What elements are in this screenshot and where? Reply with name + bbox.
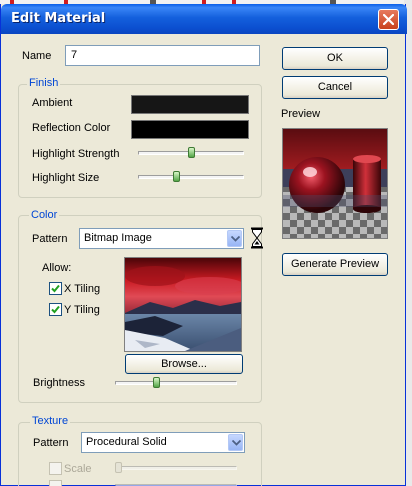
y-tiling-label: Y Tiling — [64, 304, 100, 316]
generate-preview-label: Generate Preview — [290, 258, 380, 270]
color-group-title: Color — [29, 209, 60, 221]
edit-material-dialog: Edit Material Name 7 OK Cancel Preview G… — [0, 4, 407, 486]
preview-image — [282, 128, 388, 239]
name-label: Name — [22, 50, 52, 62]
x-tiling-checkbox[interactable] — [49, 282, 62, 295]
color-pattern-select[interactable]: Bitmap Image — [79, 228, 244, 249]
texture-option-checkbox[interactable] — [49, 480, 62, 486]
highlight-size-thumb[interactable] — [172, 171, 180, 182]
check-icon — [51, 305, 60, 314]
browse-button[interactable]: Browse... — [125, 354, 243, 374]
ambient-label: Ambient — [32, 97, 73, 109]
brightness-label: Brightness — [33, 377, 85, 389]
ok-button-label: OK — [327, 52, 343, 64]
allow-label: Allow: — [42, 262, 72, 274]
highlight-strength-label: Highlight Strength — [32, 148, 120, 160]
color-pattern-label: Pattern — [32, 233, 68, 245]
chevron-down-icon[interactable] — [227, 230, 242, 247]
preview-label: Preview — [281, 108, 321, 120]
title-bar[interactable]: Edit Material — [1, 4, 407, 34]
ok-button[interactable]: OK — [282, 47, 388, 70]
highlight-size-track[interactable] — [138, 175, 244, 179]
close-icon — [383, 14, 394, 25]
color-pattern-value: Bitmap Image — [84, 232, 152, 244]
finish-group-title: Finish — [27, 77, 61, 89]
cancel-button-label: Cancel — [317, 81, 353, 93]
x-tiling-label: X Tiling — [64, 283, 101, 295]
reflection-color-swatch[interactable] — [131, 120, 249, 139]
brightness-track[interactable] — [115, 381, 237, 385]
texture-group-title: Texture — [30, 415, 71, 427]
check-icon — [51, 284, 60, 293]
generate-preview-button[interactable]: Generate Preview — [282, 253, 388, 276]
scale-track[interactable] — [115, 466, 237, 470]
name-input[interactable]: 7 — [65, 45, 260, 66]
bitmap-thumbnail — [124, 257, 242, 352]
highlight-size-label: Highlight Size — [32, 172, 100, 184]
highlight-strength-thumb[interactable] — [187, 147, 195, 158]
name-input-value: 7 — [71, 49, 78, 61]
close-button[interactable] — [378, 9, 399, 30]
ambient-color-swatch[interactable] — [131, 95, 249, 114]
hourglass-icon — [250, 227, 264, 249]
scale-thumb[interactable] — [115, 462, 122, 473]
texture-pattern-label: Pattern — [33, 437, 69, 449]
chevron-down-icon[interactable] — [228, 434, 243, 451]
browse-button-label: Browse... — [161, 358, 207, 370]
texture-pattern-value: Procedural Solid — [86, 436, 167, 448]
dialog-title: Edit Material — [11, 11, 106, 26]
reflection-color-label: Reflection Color — [32, 122, 111, 134]
brightness-thumb[interactable] — [152, 377, 160, 388]
scale-checkbox[interactable] — [49, 462, 62, 475]
texture-pattern-select[interactable]: Procedural Solid — [81, 432, 245, 453]
y-tiling-checkbox[interactable] — [49, 303, 62, 316]
scale-label: Scale — [64, 463, 92, 475]
cancel-button[interactable]: Cancel — [282, 76, 388, 99]
